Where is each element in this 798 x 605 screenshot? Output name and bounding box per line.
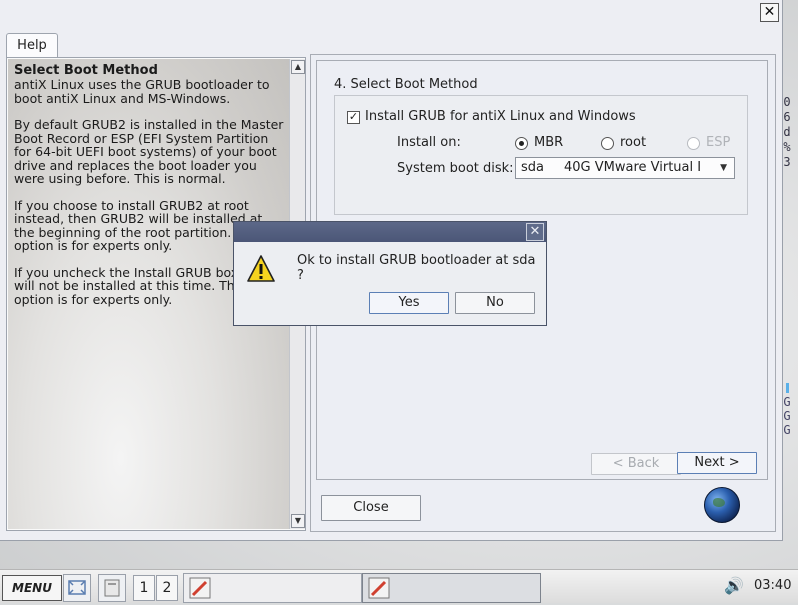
install-grub-checkbox[interactable]: ✓ [347, 111, 360, 124]
step-title: 4. Select Boot Method [334, 77, 478, 92]
globe-icon [704, 487, 740, 523]
show-desktop-icon[interactable] [63, 574, 91, 602]
workspace-2[interactable]: 2 [156, 575, 178, 601]
dialog-titlebar[interactable]: ✕ [234, 222, 546, 242]
help-paragraph: antiX Linux uses the GRUB bootloader to … [14, 77, 270, 106]
window-close-button[interactable]: ✕ [760, 3, 779, 22]
scroll-up-icon[interactable]: ▲ [291, 60, 305, 74]
installer-app-icon [189, 577, 211, 599]
clock: 03:40 [754, 578, 792, 593]
file-manager-icon[interactable] [98, 574, 126, 602]
boot-disk-select[interactable]: sda 40G VMware Virtual I ▼ [515, 157, 735, 179]
install-on-label: Install on: [397, 135, 461, 150]
next-button[interactable]: Next > [677, 452, 757, 474]
taskbar: MENU 1 2 🔊 03:40 [0, 569, 798, 603]
boot-disk-desc: 40G VMware Virtual I [564, 160, 702, 175]
volume-icon[interactable]: 🔊 [724, 576, 744, 595]
radio-root-label[interactable]: root [620, 135, 646, 150]
menu-button[interactable]: MENU [2, 575, 62, 601]
scroll-down-icon[interactable]: ▼ [291, 514, 305, 528]
radio-root[interactable] [601, 137, 614, 150]
taskbar-task-installer[interactable] [183, 573, 362, 603]
help-title: Select Boot Method [14, 63, 158, 78]
chevron-down-icon: ▼ [720, 163, 727, 173]
close-button[interactable]: Close [321, 495, 421, 521]
no-button[interactable]: No [455, 292, 535, 314]
help-paragraph: By default GRUB2 is installed in the Mas… [14, 117, 284, 186]
dialog-message: Ok to install GRUB bootloader at sda ? [297, 253, 536, 283]
desktop-bar [785, 383, 789, 393]
confirm-dialog: ✕ Ok to install GRUB bootloader at sda ?… [233, 221, 547, 326]
radio-esp [687, 137, 700, 150]
warning-icon [247, 255, 275, 282]
installer-app-icon [368, 577, 390, 599]
yes-button[interactable]: Yes [369, 292, 449, 314]
dialog-close-button[interactable]: ✕ [526, 223, 544, 241]
tab-help[interactable]: Help [6, 33, 58, 58]
boot-disk-label: System boot disk: [397, 161, 514, 176]
radio-esp-label: ESP [706, 135, 731, 150]
boot-disk-value: sda [521, 160, 544, 175]
radio-mbr[interactable] [515, 137, 528, 150]
install-grub-label[interactable]: Install GRUB for antiX Linux and Windows [365, 109, 636, 124]
workspace-1[interactable]: 1 [133, 575, 155, 601]
radio-mbr-label[interactable]: MBR [534, 135, 563, 150]
taskbar-task-dialog[interactable] [362, 573, 541, 603]
boot-options-group: ✓ Install GRUB for antiX Linux and Windo… [334, 95, 748, 215]
back-button: < Back [591, 453, 681, 475]
